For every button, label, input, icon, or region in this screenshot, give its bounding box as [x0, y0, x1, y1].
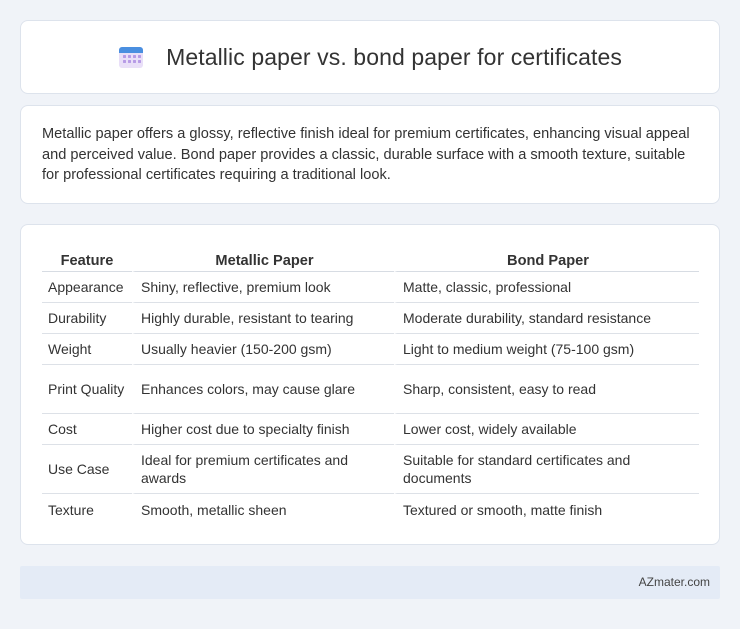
metallic-cell: Smooth, metallic sheen: [132, 494, 394, 525]
table-row: Weight Usually heavier (150-200 gsm) Lig…: [42, 334, 699, 365]
metallic-cell: Shiny, reflective, premium look: [132, 272, 394, 303]
feature-cell: Durability: [42, 303, 132, 334]
metallic-cell: Enhances colors, may cause glare: [132, 365, 394, 414]
bond-cell: Sharp, consistent, easy to read: [394, 365, 699, 414]
page-title: Metallic paper vs. bond paper for certif…: [166, 43, 622, 70]
calendar-icon: [118, 45, 144, 69]
table-row: Cost Higher cost due to specialty finish…: [42, 414, 699, 445]
bond-cell: Lower cost, widely available: [394, 414, 699, 445]
bond-cell: Textured or smooth, matte finish: [394, 494, 699, 525]
feature-cell: Texture: [48, 501, 94, 518]
comparison-table: Feature Metallic Paper Bond Paper Appear…: [42, 246, 699, 525]
feature-cell: Weight: [42, 334, 132, 365]
table-row: Durability Highly durable, resistant to …: [42, 303, 699, 334]
header-metallic-paper: Metallic Paper: [132, 246, 394, 272]
bond-cell: Suitable for standard certificates and d…: [394, 445, 699, 494]
intro-text: Metallic paper offers a glossy, reflecti…: [42, 126, 690, 183]
title-card: Metallic paper vs. bond paper for certif…: [20, 20, 720, 94]
bond-cell: Moderate durability, standard resistance: [394, 303, 699, 334]
title-wrap: Metallic paper vs. bond paper for certif…: [118, 44, 622, 71]
footer: AZmater.com: [20, 566, 720, 599]
feature-cell: Print Quality: [42, 365, 132, 414]
metallic-cell: Highly durable, resistant to tearing: [132, 303, 394, 334]
feature-cell: Appearance: [42, 272, 132, 303]
feature-cell: Cost: [42, 414, 132, 445]
intro-card: Metallic paper offers a glossy, reflecti…: [20, 105, 720, 204]
metallic-cell: Ideal for premium certificates and award…: [132, 445, 394, 494]
table-row: Texture Smooth, metallic sheen Textured …: [42, 494, 699, 525]
header-bond-paper: Bond Paper: [394, 246, 699, 272]
metallic-cell: Higher cost due to specialty finish: [132, 414, 394, 445]
bond-cell: Light to medium weight (75-100 gsm): [394, 334, 699, 365]
table-row: Appearance Shiny, reflective, premium lo…: [42, 272, 699, 303]
table-row: Print Quality Enhances colors, may cause…: [42, 365, 699, 414]
feature-cell: Use Case: [42, 445, 132, 494]
table-header-row: Feature Metallic Paper Bond Paper: [42, 246, 699, 272]
metallic-cell: Usually heavier (150-200 gsm): [132, 334, 394, 365]
table-row: Use Case Ideal for premium certificates …: [42, 445, 699, 494]
table-card: Feature Metallic Paper Bond Paper Appear…: [20, 224, 720, 545]
footer-site-link[interactable]: AZmater.com: [639, 575, 710, 589]
header-feature: Feature: [42, 246, 132, 272]
bond-cell: Matte, classic, professional: [394, 272, 699, 303]
